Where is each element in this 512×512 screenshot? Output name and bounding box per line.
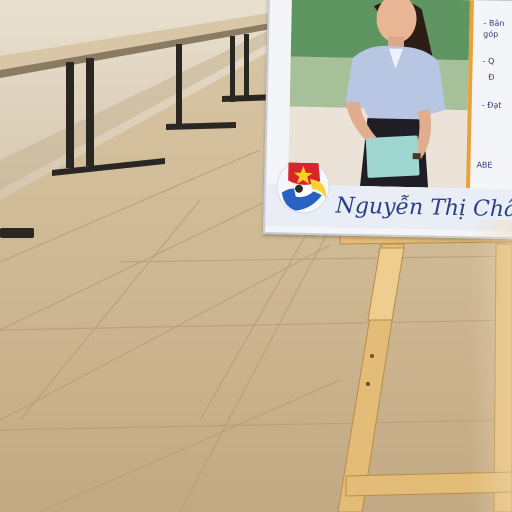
- side-line: góp: [483, 29, 499, 39]
- side-line: - Đạt: [481, 100, 502, 110]
- side-line: - Bản: [483, 18, 505, 29]
- youth-union-emblem-icon: [276, 160, 330, 214]
- side-line: Đ: [488, 72, 495, 82]
- student-poster: - Bản góp - Q Đ - Đạt ABE Nguyễn Thị Châ…: [263, 0, 512, 240]
- blur-overlay: [470, 220, 512, 512]
- side-line: - Q: [482, 56, 495, 66]
- side-line: ABE: [476, 160, 493, 170]
- student-name: Nguyễn Thị Châu: [335, 193, 512, 223]
- poster-side-text: - Bản góp - Q Đ - Đạt ABE: [472, 0, 512, 189]
- photo-scene: - Bản góp - Q Đ - Đạt ABE Nguyễn Thị Châ…: [0, 0, 512, 512]
